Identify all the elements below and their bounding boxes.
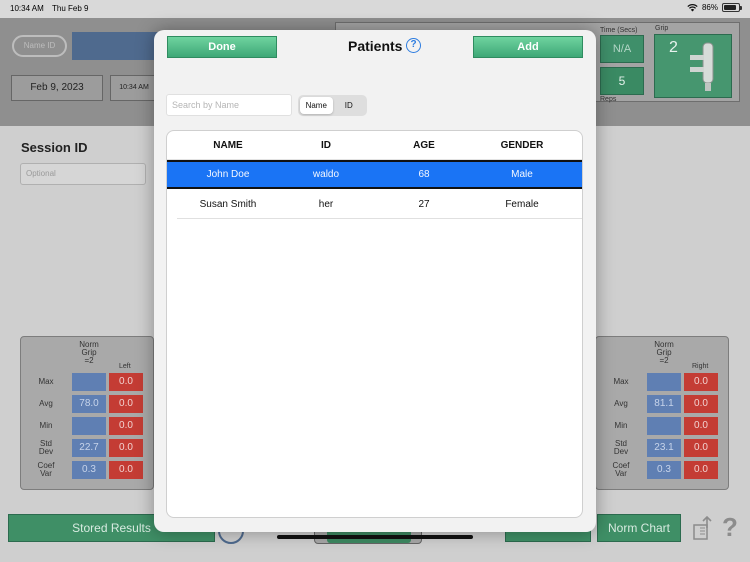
reps-value[interactable]: 5 (600, 67, 644, 95)
left-stats-panel: Norm Grip =2 Left Max 0.0 Avg 78.0 0.0 Min 0.0… (20, 336, 154, 490)
patients-modal: Done Patients ? Add Search by Name Name … (154, 30, 596, 532)
cell-age: 68 (418, 169, 430, 180)
export-icon[interactable] (692, 516, 714, 540)
name-id-toggle[interactable]: Name ID (12, 35, 67, 57)
right-stat-label: Coef Var (612, 461, 630, 478)
done-button[interactable]: Done (167, 36, 277, 58)
right-stat-norm: 81.1 (647, 395, 681, 413)
cell-gender: Female (505, 198, 539, 210)
session-id-input[interactable]: Optional (20, 163, 146, 185)
right-stat-label: Min (614, 421, 628, 430)
grip-value: 2 (669, 39, 678, 56)
left-norm-head: Norm Grip =2 (79, 340, 99, 365)
battery-percent: 86% (701, 3, 718, 12)
grip-selector[interactable]: 2 (654, 34, 732, 98)
table-row-selected[interactable]: John Doe waldo 68 Male (167, 160, 582, 189)
left-stat-value: 0.0 (109, 395, 143, 413)
column-header-id: ID (321, 140, 331, 151)
status-bar: 10:34 AM Thu Feb 9 86% (0, 0, 750, 18)
status-date: Thu Feb 9 (52, 4, 89, 13)
add-button[interactable]: Add (473, 36, 583, 58)
right-stat-norm (647, 373, 681, 391)
cell-id: waldo (312, 169, 340, 180)
name-id-label: Name ID (23, 41, 56, 50)
search-mode-segmented-control: Name ID (298, 95, 367, 116)
right-stat-label: Avg (614, 399, 628, 408)
left-stat-label: Std Dev (38, 439, 54, 456)
column-header-gender: GENDER (500, 140, 544, 151)
table-row[interactable]: Susan Smith her 27 Female (177, 190, 582, 219)
left-stat-label: Max (38, 377, 54, 386)
right-side-head: Right (692, 363, 709, 370)
patients-table: NAME ID AGE GENDER John Doe waldo 68 Mal… (166, 130, 583, 518)
right-stat-value: 0.0 (684, 461, 718, 479)
session-id-label: Session ID (21, 140, 88, 155)
left-stat-norm (72, 417, 106, 435)
modal-title: Patients (348, 38, 403, 54)
left-stat-norm: 0.3 (72, 461, 106, 479)
right-stat-label: Max (613, 377, 629, 386)
time-secs-value[interactable]: N/A (600, 35, 644, 63)
column-header-age: AGE (413, 140, 435, 151)
cell-name: John Doe (206, 169, 250, 180)
table-header: NAME ID AGE GENDER (167, 131, 582, 160)
column-header-name: NAME (213, 140, 243, 151)
time-field[interactable]: 10:34 AM (110, 75, 158, 101)
right-stat-value: 0.0 (684, 373, 718, 391)
cell-id: her (318, 198, 334, 210)
right-norm-head: Norm Grip =2 (654, 340, 674, 365)
date-field[interactable]: Feb 9, 2023 (11, 75, 103, 101)
right-stat-norm: 0.3 (647, 461, 681, 479)
left-stat-norm: 22.7 (72, 439, 106, 457)
reps-label: Reps (600, 96, 617, 103)
left-stat-norm (72, 373, 106, 391)
cell-age: 27 (418, 198, 430, 210)
left-stat-value: 0.0 (109, 439, 143, 457)
norm-chart-button[interactable]: Norm Chart (597, 514, 681, 542)
wifi-icon (687, 4, 698, 12)
help-icon[interactable]: ? (722, 512, 738, 543)
left-side-head: Left (119, 363, 131, 370)
left-stat-label: Min (39, 421, 53, 430)
left-stat-norm: 78.0 (72, 395, 106, 413)
left-stat-value: 0.0 (109, 417, 143, 435)
help-icon[interactable]: ? (406, 38, 421, 53)
home-indicator (277, 535, 473, 539)
left-stat-value: 0.0 (109, 373, 143, 391)
battery-icon (722, 3, 742, 12)
patient-name-field[interactable] (72, 32, 158, 60)
segment-name[interactable]: Name (300, 97, 333, 114)
right-stat-norm (647, 417, 681, 435)
right-stats-panel: Norm Grip =2 Right Max 0.0 Avg 81.1 0.0 Min 0.… (595, 336, 729, 490)
time-secs-label: Time (Secs) (600, 27, 638, 34)
grip-label: Grip (655, 25, 669, 32)
status-right: 86% (687, 3, 742, 12)
right-stat-value: 0.0 (684, 395, 718, 413)
left-stat-value: 0.0 (109, 461, 143, 479)
left-stat-label: Avg (39, 399, 53, 408)
left-stat-label: Coef Var (37, 461, 55, 478)
cell-gender: Male (511, 169, 533, 180)
right-stat-label: Std Dev (613, 439, 629, 456)
cell-name: Susan Smith (199, 198, 257, 210)
dynamometer-icon (690, 42, 714, 91)
right-stat-value: 0.0 (684, 417, 718, 435)
segment-id[interactable]: ID (333, 97, 366, 114)
status-time: 10:34 AM (10, 4, 44, 13)
search-by-name-input[interactable]: Search by Name (166, 94, 292, 116)
right-stat-value: 0.0 (684, 439, 718, 457)
right-stat-norm: 23.1 (647, 439, 681, 457)
